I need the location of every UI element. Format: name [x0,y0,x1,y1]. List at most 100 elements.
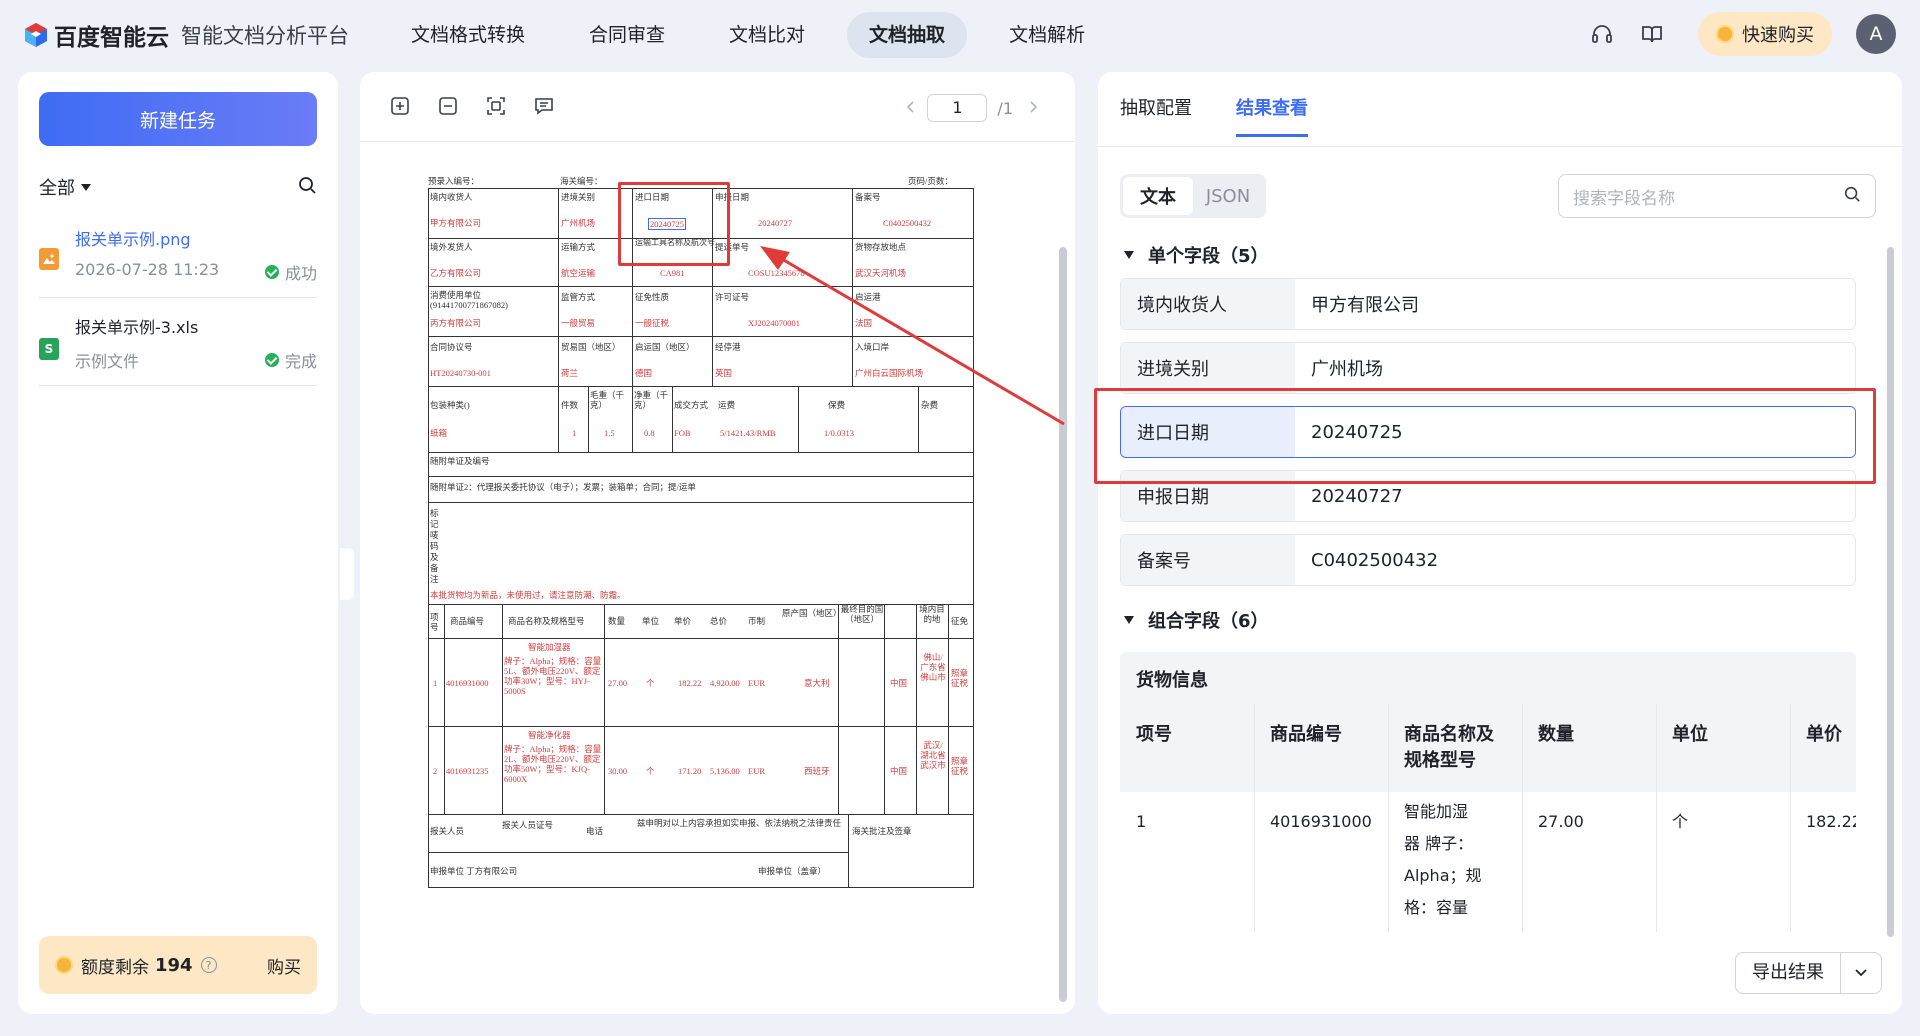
doc-text: 征免 [951,616,969,626]
new-task-button[interactable]: 新建任务 [39,92,317,146]
quick-buy-label: 快速购买 [1742,25,1814,46]
doc-text: 消费使用单位 [430,290,482,300]
doc-text: 个 [646,766,655,776]
view-json-button[interactable]: JSON [1193,177,1263,215]
file-item[interactable]: S 报关单示例-3.xls 示例文件 完成 [39,298,317,386]
zoom-in-icon[interactable] [390,96,412,118]
doc-text: 智能净化器 [528,730,571,740]
table-cell: 4016931000 [1270,812,1372,831]
export-label[interactable]: 导出结果 [1736,953,1841,993]
doc-text: 武汉天河机场 [855,268,907,278]
doc-text: 照章征税 [951,668,969,688]
field-value: C0402500432 [1295,535,1855,585]
column-divider [1522,704,1523,932]
form-line [918,386,919,452]
nav-format-convert[interactable]: 文档格式转换 [389,12,547,58]
chevron-down-icon[interactable] [1841,968,1881,978]
page-number-input[interactable]: 1 [927,94,988,122]
logo[interactable]: 百度智能云 智能文档分析平台 [22,18,349,52]
doc-text: 0.8 [644,428,655,438]
prev-page-icon[interactable] [905,99,917,118]
view-text-button[interactable]: 文本 [1123,177,1193,215]
field-search-input[interactable]: 搜索字段名称 [1558,174,1876,218]
doc-text: 报关人员证号 [502,820,554,830]
collapse-sidebar-handle[interactable] [340,548,354,600]
pager: 1 /1 [905,94,1039,122]
quota-buy-button[interactable]: 购买 [267,953,301,978]
form-line [632,386,633,452]
caret-down-icon [81,183,91,191]
form-line [444,604,445,814]
doc-text: 丙方有限公司 [430,318,482,328]
form-line [948,604,949,814]
doc-text: 2 [433,766,438,776]
headset-icon[interactable] [1588,20,1616,48]
results-scrollbar[interactable] [1887,247,1894,937]
doc-text: 包装种类() [430,400,470,410]
search-icon[interactable] [297,175,317,199]
main-nav: 文档格式转换 合同审查 文档比对 文档抽取 文档解析 [389,12,1127,58]
group-table: 货物信息 项号 商品编号 商品名称及 规格型号 数量 单位 单价 1 40169… [1120,652,1856,932]
form-line [838,604,839,814]
group-fields-header[interactable]: 组合字段（6） [1120,607,1269,633]
next-page-icon[interactable] [1027,99,1039,118]
nav-doc-parse[interactable]: 文档解析 [987,12,1107,58]
form-line [428,476,974,477]
doc-text: 4016931235 [446,766,489,776]
form-line [852,188,853,386]
doc-text: CA981 [660,268,685,278]
viewer-scrollbar[interactable] [1059,247,1067,1002]
baidu-cloud-logo-icon [22,21,50,49]
status-text: 成功 [284,264,317,283]
doc-text: 随附单证及编号 [430,456,490,466]
search-icon[interactable] [1843,185,1861,208]
field-row[interactable]: 进境关别 广州机场 [1120,342,1856,394]
doc-text: 商品名称及规格型号 [508,616,585,626]
file-name[interactable]: 报关单示例-3.xls [75,314,198,338]
results-tabs: 抽取配置 结果查看 [1120,94,1352,137]
quick-buy-button[interactable]: 快速购买 [1698,12,1832,56]
doc-text: 合同协议号 [430,342,473,352]
doc-text: 一般贸易 [561,318,596,328]
export-results-button[interactable]: 导出结果 [1735,952,1882,994]
comment-icon[interactable] [534,96,556,118]
avatar[interactable]: A [1856,14,1896,54]
doc-text: 纸箱 [430,428,448,438]
file-name[interactable]: 报关单示例.png [75,226,191,250]
doc-text: 商品编号 [450,616,485,626]
doc-text: 中国 [890,766,908,776]
view-mode-toggle: 文本 JSON [1120,174,1266,218]
tab-extract-config[interactable]: 抽取配置 [1120,94,1192,137]
fit-screen-icon[interactable] [486,96,508,118]
column-header: 单位 [1672,724,1708,745]
help-icon[interactable]: ? [200,957,217,973]
single-fields-header[interactable]: 单个字段（5） [1120,242,1269,268]
field-key: 境内收货人 [1121,279,1295,329]
divider [1098,146,1902,147]
doc-text: 运费 [718,400,736,410]
filter-dropdown[interactable]: 全部 [39,174,91,200]
doc-text: 件数 [561,400,579,410]
book-icon[interactable] [1638,20,1666,48]
tab-view-results[interactable]: 结果查看 [1236,94,1308,137]
nav-doc-extract[interactable]: 文档抽取 [847,12,968,58]
nav-doc-compare[interactable]: 文档比对 [707,12,827,58]
doc-text: 广州机场 [561,218,596,228]
table-cell: 智能加湿 器 牌子： Alpha；规 格：容量 [1404,802,1482,917]
file-item[interactable]: 报关单示例.png 2026-07-28 11:23 成功 [39,210,317,298]
doc-text: XJ2024070001 [748,318,800,328]
doc-text: HT20240730-001 [430,368,491,378]
column-divider [1790,704,1791,932]
form-line [558,386,559,452]
doc-text: 货物存放地点 [855,242,907,252]
filter-row: 全部 [39,172,317,202]
doc-text: 航空运输 [561,268,596,278]
doc-text: (91441700771867082) [430,300,508,310]
file-time: 2026-07-28 11:23 [75,260,220,279]
doc-text: 电话 [586,826,604,836]
zoom-out-icon[interactable] [438,96,460,118]
field-row[interactable]: 备案号 C0402500432 [1120,534,1856,586]
nav-contract-review[interactable]: 合同审查 [567,12,687,58]
field-row[interactable]: 境内收货人 甲方有限公司 [1120,278,1856,330]
doc-text: 随附单证2：代理报关委托协议（电子）；发票；装箱单；合同；提/运单 [430,482,696,492]
